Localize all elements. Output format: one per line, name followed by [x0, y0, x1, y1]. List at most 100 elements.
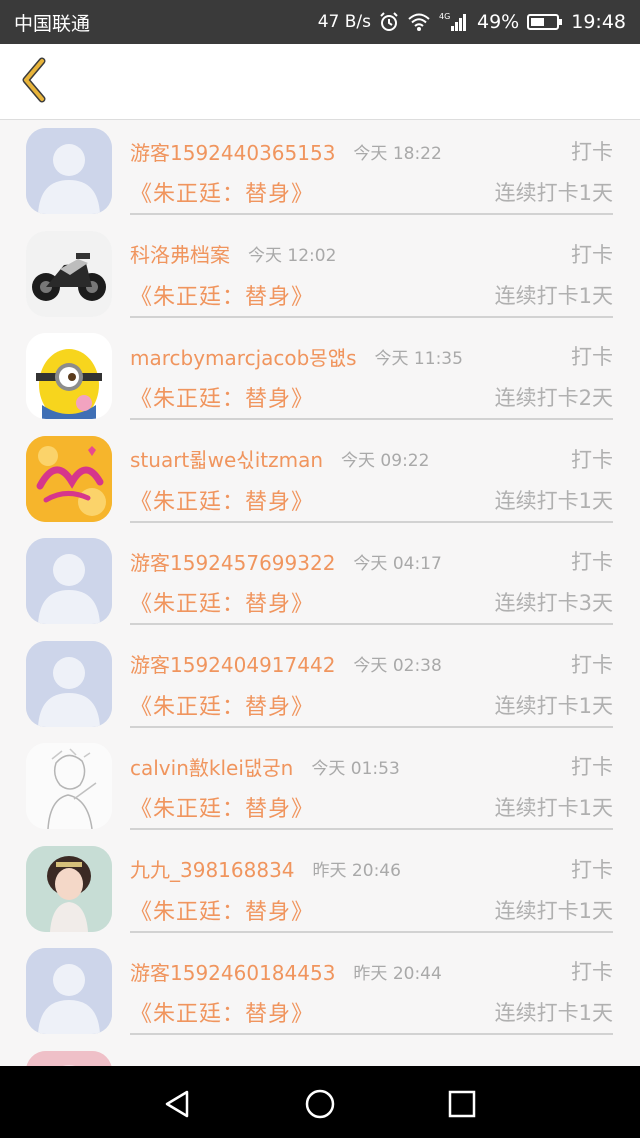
username[interactable]: calvin敾klei댒궁n: [130, 752, 293, 781]
checkin-label: 打卡: [571, 550, 613, 574]
default-avatar-icon: [26, 538, 112, 624]
back-triangle-icon: [165, 1090, 189, 1118]
streak-count: 连续打卡3天: [494, 591, 613, 615]
book-title[interactable]: 《朱正廷：替身》: [130, 381, 314, 413]
checkin-label: 打卡: [571, 755, 613, 779]
girl-photo-icon: [26, 845, 112, 932]
avatar[interactable]: [26, 845, 112, 932]
net-speed: 47 B/s: [317, 12, 371, 32]
checkin-time: 今天 11:35: [374, 348, 463, 369]
avatar[interactable]: [26, 128, 112, 214]
checkin-time: 今天 04:17: [353, 553, 442, 574]
checkin-label: 打卡: [571, 960, 613, 984]
checkin-label: 打卡: [571, 857, 613, 882]
list-item-body: 游客1592440365153 今天 18:22 打卡 《朱正廷：替身》 连续打…: [130, 120, 613, 215]
streak-count: 连续打卡1天: [494, 796, 613, 820]
list-item-body: 游客1592460184453 昨天 20:44 打卡 《朱正廷：替身》 连续打…: [130, 940, 613, 1035]
username[interactable]: 科洛弗档案: [130, 239, 230, 268]
checkin-time: 今天 18:22: [353, 143, 442, 164]
list-item-body: calvin敾klei댒궁n 今天 01:53 打卡 《朱正廷：替身》 连续打卡…: [130, 735, 613, 830]
battery-icon: [527, 13, 563, 31]
list-item[interactable]: 游客1592457699322 今天 04:17 打卡 《朱正廷：替身》 连续打…: [0, 530, 640, 633]
streak-count: 连续打卡1天: [494, 181, 613, 205]
list-item[interactable]: 九九_398168834 昨天 20:46 打卡 《朱正廷：替身》 连续打卡1天: [0, 838, 640, 941]
recents-square-icon: [448, 1090, 476, 1118]
list-item-body: stuart뢻we싟itzman 今天 09:22 打卡 《朱正廷：替身》 连续…: [130, 428, 613, 523]
wifi-icon: [407, 12, 431, 32]
alarm-icon: [379, 12, 399, 32]
list-item-body: 游客1592404917442 今天 02:38 打卡 《朱正廷：替身》 连续打…: [130, 633, 613, 728]
username[interactable]: 游客1592460184453: [130, 957, 335, 986]
book-title[interactable]: 《朱正廷：替身》: [130, 484, 314, 516]
list-item[interactable]: 游客1592440365153 今天 18:22 打卡 《朱正廷：替身》 连续打…: [0, 120, 640, 223]
streak-count: 连续打卡1天: [494, 283, 613, 308]
avatar[interactable]: [26, 538, 112, 624]
list-item[interactable]: marcbymarcjacob몽얪s 今天 11:35 打卡 《朱正廷：替身》 …: [0, 325, 640, 428]
checkin-label: 打卡: [571, 140, 613, 164]
valentine-icon: [26, 435, 112, 522]
streak-count: 连续打卡1天: [494, 488, 613, 513]
list-item[interactable]: stuart뢻we싟itzman 今天 09:22 打卡 《朱正廷：替身》 连续…: [0, 428, 640, 531]
username[interactable]: stuart뢻we싟itzman: [130, 444, 323, 473]
nav-recents-button[interactable]: [446, 1088, 478, 1120]
chevron-left-icon: [18, 57, 50, 107]
battery-percent: 49%: [477, 11, 520, 33]
clock: 19:48: [571, 11, 626, 33]
checkin-time: 昨天 20:44: [353, 963, 442, 984]
username[interactable]: 九九_398168834: [130, 854, 295, 883]
nav-back-button[interactable]: [162, 1088, 194, 1120]
checkin-label: 打卡: [571, 447, 613, 472]
avatar[interactable]: [26, 948, 112, 1034]
username[interactable]: marcbymarcjacob몽얪s: [130, 342, 357, 371]
default-avatar-icon: [26, 128, 112, 214]
book-title[interactable]: 《朱正廷：替身》: [130, 689, 314, 721]
username[interactable]: 游客1592404917442: [130, 649, 335, 678]
avatar[interactable]: [26, 640, 112, 727]
avatar[interactable]: [26, 333, 112, 419]
list-item[interactable]: calvin敾klei댒궁n 今天 01:53 打卡 《朱正廷：替身》 连续打卡…: [0, 735, 640, 838]
sketch-portrait-icon: [26, 743, 112, 829]
list-item[interactable]: 游客1592404917442 今天 02:38 打卡 《朱正廷：替身》 连续打…: [0, 633, 640, 736]
streak-count: 连续打卡1天: [494, 898, 613, 923]
checkin-list: 游客1592440365153 今天 18:22 打卡 《朱正廷：替身》 连续打…: [0, 120, 640, 1066]
list-item[interactable]: [0, 1043, 640, 1067]
checkin-time: 今天 09:22: [341, 451, 430, 471]
list-item[interactable]: 游客1592460184453 昨天 20:44 打卡 《朱正廷：替身》 连续打…: [0, 940, 640, 1043]
book-title[interactable]: 《朱正廷：替身》: [130, 791, 314, 823]
checkin-label: 打卡: [571, 652, 613, 677]
list-item-body: 游客1592457699322 今天 04:17 打卡 《朱正廷：替身》 连续打…: [130, 530, 613, 625]
list-item-body: [130, 1043, 613, 1067]
checkin-time: 今天 02:38: [353, 656, 442, 676]
book-title[interactable]: 《朱正廷：替身》: [130, 176, 314, 208]
book-title[interactable]: 《朱正廷：替身》: [130, 279, 314, 311]
streak-count: 连续打卡1天: [494, 1001, 613, 1025]
list-item-body: marcbymarcjacob몽얪s 今天 11:35 打卡 《朱正廷：替身》 …: [130, 325, 613, 420]
nav-home-button[interactable]: [304, 1088, 336, 1120]
home-circle-icon: [305, 1089, 335, 1119]
back-button[interactable]: [14, 57, 54, 107]
list-item-body: 科洛弗档案 今天 12:02 打卡 《朱正廷：替身》 连续打卡1天: [130, 223, 613, 318]
username[interactable]: 游客1592457699322: [130, 547, 335, 576]
motorcycle-icon: [26, 230, 112, 317]
list-item[interactable]: 科洛弗档案 今天 12:02 打卡 《朱正廷：替身》 连续打卡1天: [0, 223, 640, 326]
book-title[interactable]: 《朱正廷：替身》: [130, 586, 314, 618]
checkin-time: 今天 12:02: [248, 246, 337, 266]
book-title[interactable]: 《朱正廷：替身》: [130, 996, 314, 1028]
status-bar: 中国联通 47 B/s 4G 49% 19:48: [0, 0, 640, 44]
username[interactable]: 游客1592440365153: [130, 137, 335, 166]
avatar[interactable]: [26, 743, 112, 829]
minion-icon: [26, 333, 112, 419]
book-title[interactable]: 《朱正廷：替身》: [130, 894, 314, 926]
list-item-body: 九九_398168834 昨天 20:46 打卡 《朱正廷：替身》 连续打卡1天: [130, 838, 613, 933]
checkin-time: 今天 01:53: [311, 758, 400, 779]
avatar[interactable]: [26, 435, 112, 522]
top-bar: [0, 44, 640, 120]
avatar[interactable]: [26, 230, 112, 317]
default-avatar-icon: [26, 640, 112, 727]
pink-avatar-icon: [26, 1050, 112, 1066]
signal-icon: 4G: [439, 11, 469, 33]
avatar[interactable]: [26, 1050, 112, 1066]
streak-count: 连续打卡1天: [494, 693, 613, 718]
checkin-time: 昨天 20:46: [312, 861, 401, 881]
default-avatar-icon: [26, 948, 112, 1034]
